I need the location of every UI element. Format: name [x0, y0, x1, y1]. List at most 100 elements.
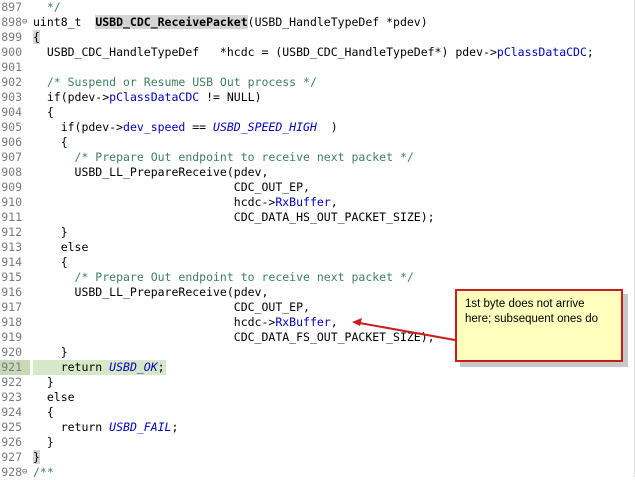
line-number: 914: [1, 255, 22, 269]
code-text: CDC_DATA_FS_OUT_PACKET_SIZE);: [33, 330, 435, 345]
callout-text: 1st byte does not arrive here; subsequen…: [465, 298, 598, 325]
code-line[interactable]: 926 }: [0, 435, 635, 450]
code-token: /* Prepare Out endpoint to receive next …: [33, 270, 414, 284]
code-token: hcdc->: [33, 195, 276, 209]
code-line[interactable]: 901: [0, 60, 635, 75]
code-editor[interactable]: 897 */898 ⊖ uint8_t USBD_CDC_ReceivePacket…: [0, 0, 635, 480]
code-line[interactable]: 923 else: [0, 390, 635, 405]
fold-toggle-icon[interactable]: ⊖: [22, 465, 31, 480]
code-text: /* Suspend or Resume USB Out process */: [33, 75, 317, 90]
code-token: {: [33, 135, 68, 149]
code-token: return: [33, 360, 110, 374]
line-number: 925: [1, 420, 22, 434]
code-line[interactable]: 914 {: [0, 255, 635, 270]
code-token: USBD_LL_PrepareReceive(pdev,: [33, 285, 269, 299]
line-number: 916: [1, 285, 22, 299]
code-text: /* Prepare Out endpoint to receive next …: [33, 150, 414, 165]
line-number: 919: [1, 330, 22, 344]
code-token: return: [33, 420, 110, 434]
code-line[interactable]: 898 ⊖ uint8_t USBD_CDC_ReceivePacket(USBD_…: [0, 15, 635, 30]
code-line[interactable]: 904 {: [0, 105, 635, 120]
code-line[interactable]: 925 return USBD_FAIL;: [0, 420, 635, 435]
line-number: 901: [1, 60, 22, 74]
code-text: hcdc->RxBuffer,: [33, 315, 338, 330]
line-number: 918: [1, 315, 22, 329]
line-number: 913: [1, 240, 22, 254]
code-line[interactable]: 909 CDC_OUT_EP,: [0, 180, 635, 195]
code-line[interactable]: 899 {: [0, 30, 635, 45]
line-number: 924: [1, 405, 22, 419]
code-text: else: [33, 390, 75, 405]
code-line[interactable]: 903 if(pdev->pClassDataCDC != NULL): [0, 90, 635, 105]
code-text: }: [33, 450, 40, 465]
code-line[interactable]: 911 CDC_DATA_HS_OUT_PACKET_SIZE);: [0, 210, 635, 225]
code-line[interactable]: 924 {: [0, 405, 635, 420]
code-token: USBD_FAIL: [109, 420, 172, 434]
code-text: }: [33, 345, 68, 360]
code-text: CDC_OUT_EP,: [33, 300, 310, 315]
line-number: 897: [1, 0, 22, 14]
code-line[interactable]: 915 /* Prepare Out endpoint to receive n…: [0, 270, 635, 285]
code-token: }: [33, 225, 68, 239]
code-token: ==: [185, 120, 214, 134]
line-number: 910: [1, 195, 22, 209]
code-line[interactable]: 912 }: [0, 225, 635, 240]
code-token: != NULL): [199, 90, 262, 104]
line-number: 905: [1, 120, 22, 134]
line-number: 928: [1, 465, 22, 479]
code-line[interactable]: 913 else: [0, 240, 635, 255]
code-token: USBD_CDC_ReceivePacket: [95, 15, 248, 29]
annotation-callout: 1st byte does not arrive here; subsequen…: [455, 289, 623, 362]
line-number: 926: [1, 435, 22, 449]
code-token: pClassDataCDC: [496, 45, 587, 59]
code-text: {: [33, 30, 40, 45]
code-line[interactable]: 910 hcdc->RxBuffer,: [0, 195, 635, 210]
code-line[interactable]: 908 USBD_LL_PrepareReceive(pdev,: [0, 165, 635, 180]
code-token: CDC_OUT_EP,: [33, 300, 310, 314]
code-line[interactable]: 928 ⊖/**: [0, 465, 635, 480]
code-line[interactable]: 922 }: [0, 375, 635, 390]
code-token: ;: [171, 420, 179, 434]
code-text: CDC_OUT_EP,: [33, 180, 310, 195]
code-token: ;: [157, 360, 165, 374]
code-token: {: [33, 255, 68, 269]
line-number: 902: [1, 75, 22, 89]
code-line[interactable]: 905 if(pdev->dev_speed == USBD_SPEED_HIG…: [0, 120, 635, 135]
line-number: 900: [1, 45, 22, 59]
code-token: ;: [586, 45, 594, 59]
code-token: else: [33, 390, 75, 404]
code-token: */: [33, 0, 61, 14]
line-number: 921: [1, 360, 22, 374]
code-text: if(pdev->dev_speed == USBD_SPEED_HIGH ): [33, 120, 338, 135]
code-line[interactable]: 897 */: [0, 0, 635, 15]
code-line[interactable]: 927}: [0, 450, 635, 465]
line-number: 899: [1, 30, 22, 44]
code-line[interactable]: 900 USBD_CDC_HandleTypeDef *hcdc = (USBD…: [0, 45, 635, 60]
code-token: }: [33, 435, 54, 449]
code-line[interactable]: 902 /* Suspend or Resume USB Out process…: [0, 75, 635, 90]
code-line[interactable]: 907 /* Prepare Out endpoint to receive n…: [0, 150, 635, 165]
code-text: {: [33, 255, 68, 270]
code-token: ,: [330, 315, 338, 329]
fold-toggle-icon[interactable]: ⊖: [22, 15, 31, 30]
code-token: uint8_t: [33, 15, 96, 29]
code-token: else: [33, 240, 89, 254]
line-number: 922: [1, 375, 22, 389]
code-token: CDC_OUT_EP,: [33, 180, 310, 194]
line-number: 927: [1, 450, 22, 464]
code-text: if(pdev->pClassDataCDC != NULL): [33, 90, 262, 105]
code-token: /* Prepare Out endpoint to receive next …: [33, 150, 414, 164]
code-text: USBD_LL_PrepareReceive(pdev,: [33, 285, 269, 300]
line-number: 911: [1, 210, 22, 224]
code-text: /**: [33, 465, 54, 480]
code-text: }: [33, 435, 54, 450]
code-text: */: [33, 0, 61, 15]
code-token: pClassDataCDC: [109, 90, 200, 104]
code-token: }: [33, 450, 40, 464]
line-number: 923: [1, 390, 22, 404]
code-token: USBD_OK: [109, 360, 158, 374]
code-text: {: [33, 135, 68, 150]
code-text: }: [33, 375, 54, 390]
line-number: 909: [1, 180, 22, 194]
code-line[interactable]: 906 {: [0, 135, 635, 150]
